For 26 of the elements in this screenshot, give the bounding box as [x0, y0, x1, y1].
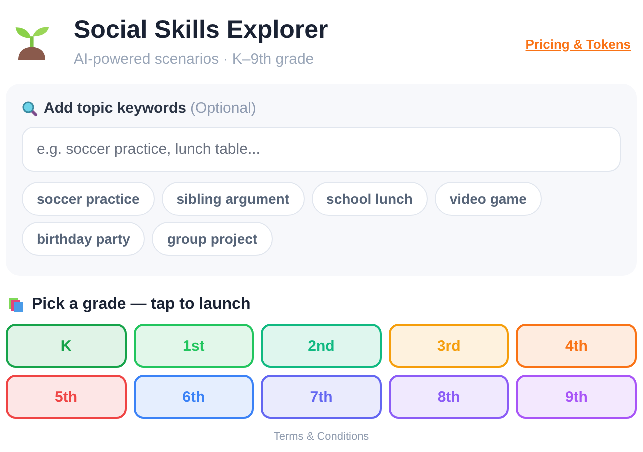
grade-button[interactable]: 3rd [388, 324, 510, 368]
keywords-field[interactable]: e.g. soccer practice, lunch table... [22, 127, 621, 172]
terms-link[interactable]: Terms & Conditions [274, 431, 370, 443]
pricing-link[interactable]: Pricing & Tokens [526, 36, 631, 52]
optional-hint: (Optional) [190, 100, 256, 117]
grade-button[interactable]: 1st [134, 324, 254, 368]
grade-heading: Pick a grade — tap to launch [32, 296, 251, 314]
grade-button[interactable]: 9th [516, 375, 637, 419]
grade-button[interactable]: K [6, 324, 127, 368]
keyword-chip[interactable]: video game [434, 182, 542, 216]
app-subtitle: AI-powered scenarios · K–9th grade [74, 51, 316, 68]
grade-button[interactable]: 7th [261, 375, 382, 419]
grade-button[interactable]: 8th [388, 375, 510, 419]
grade-button[interactable]: 5th [6, 375, 127, 419]
keyword-chip[interactable]: group project [152, 222, 273, 256]
grade-button[interactable]: 4th [516, 324, 637, 368]
keyword-chip[interactable]: school lunch [312, 182, 428, 216]
magnifier-icon [22, 100, 38, 116]
keyword-chip[interactable]: sibling argument [162, 182, 305, 216]
keywords-label: Add topic keywords [44, 100, 187, 117]
keyword-chip[interactable]: soccer practice [22, 182, 155, 216]
keyword-chip[interactable]: birthday party [22, 222, 146, 256]
app-title: Social Skills Explorer [74, 16, 330, 45]
grade-button[interactable]: 6th [134, 375, 254, 419]
grade-button[interactable]: 2nd [261, 324, 382, 368]
books-icon [8, 297, 24, 313]
